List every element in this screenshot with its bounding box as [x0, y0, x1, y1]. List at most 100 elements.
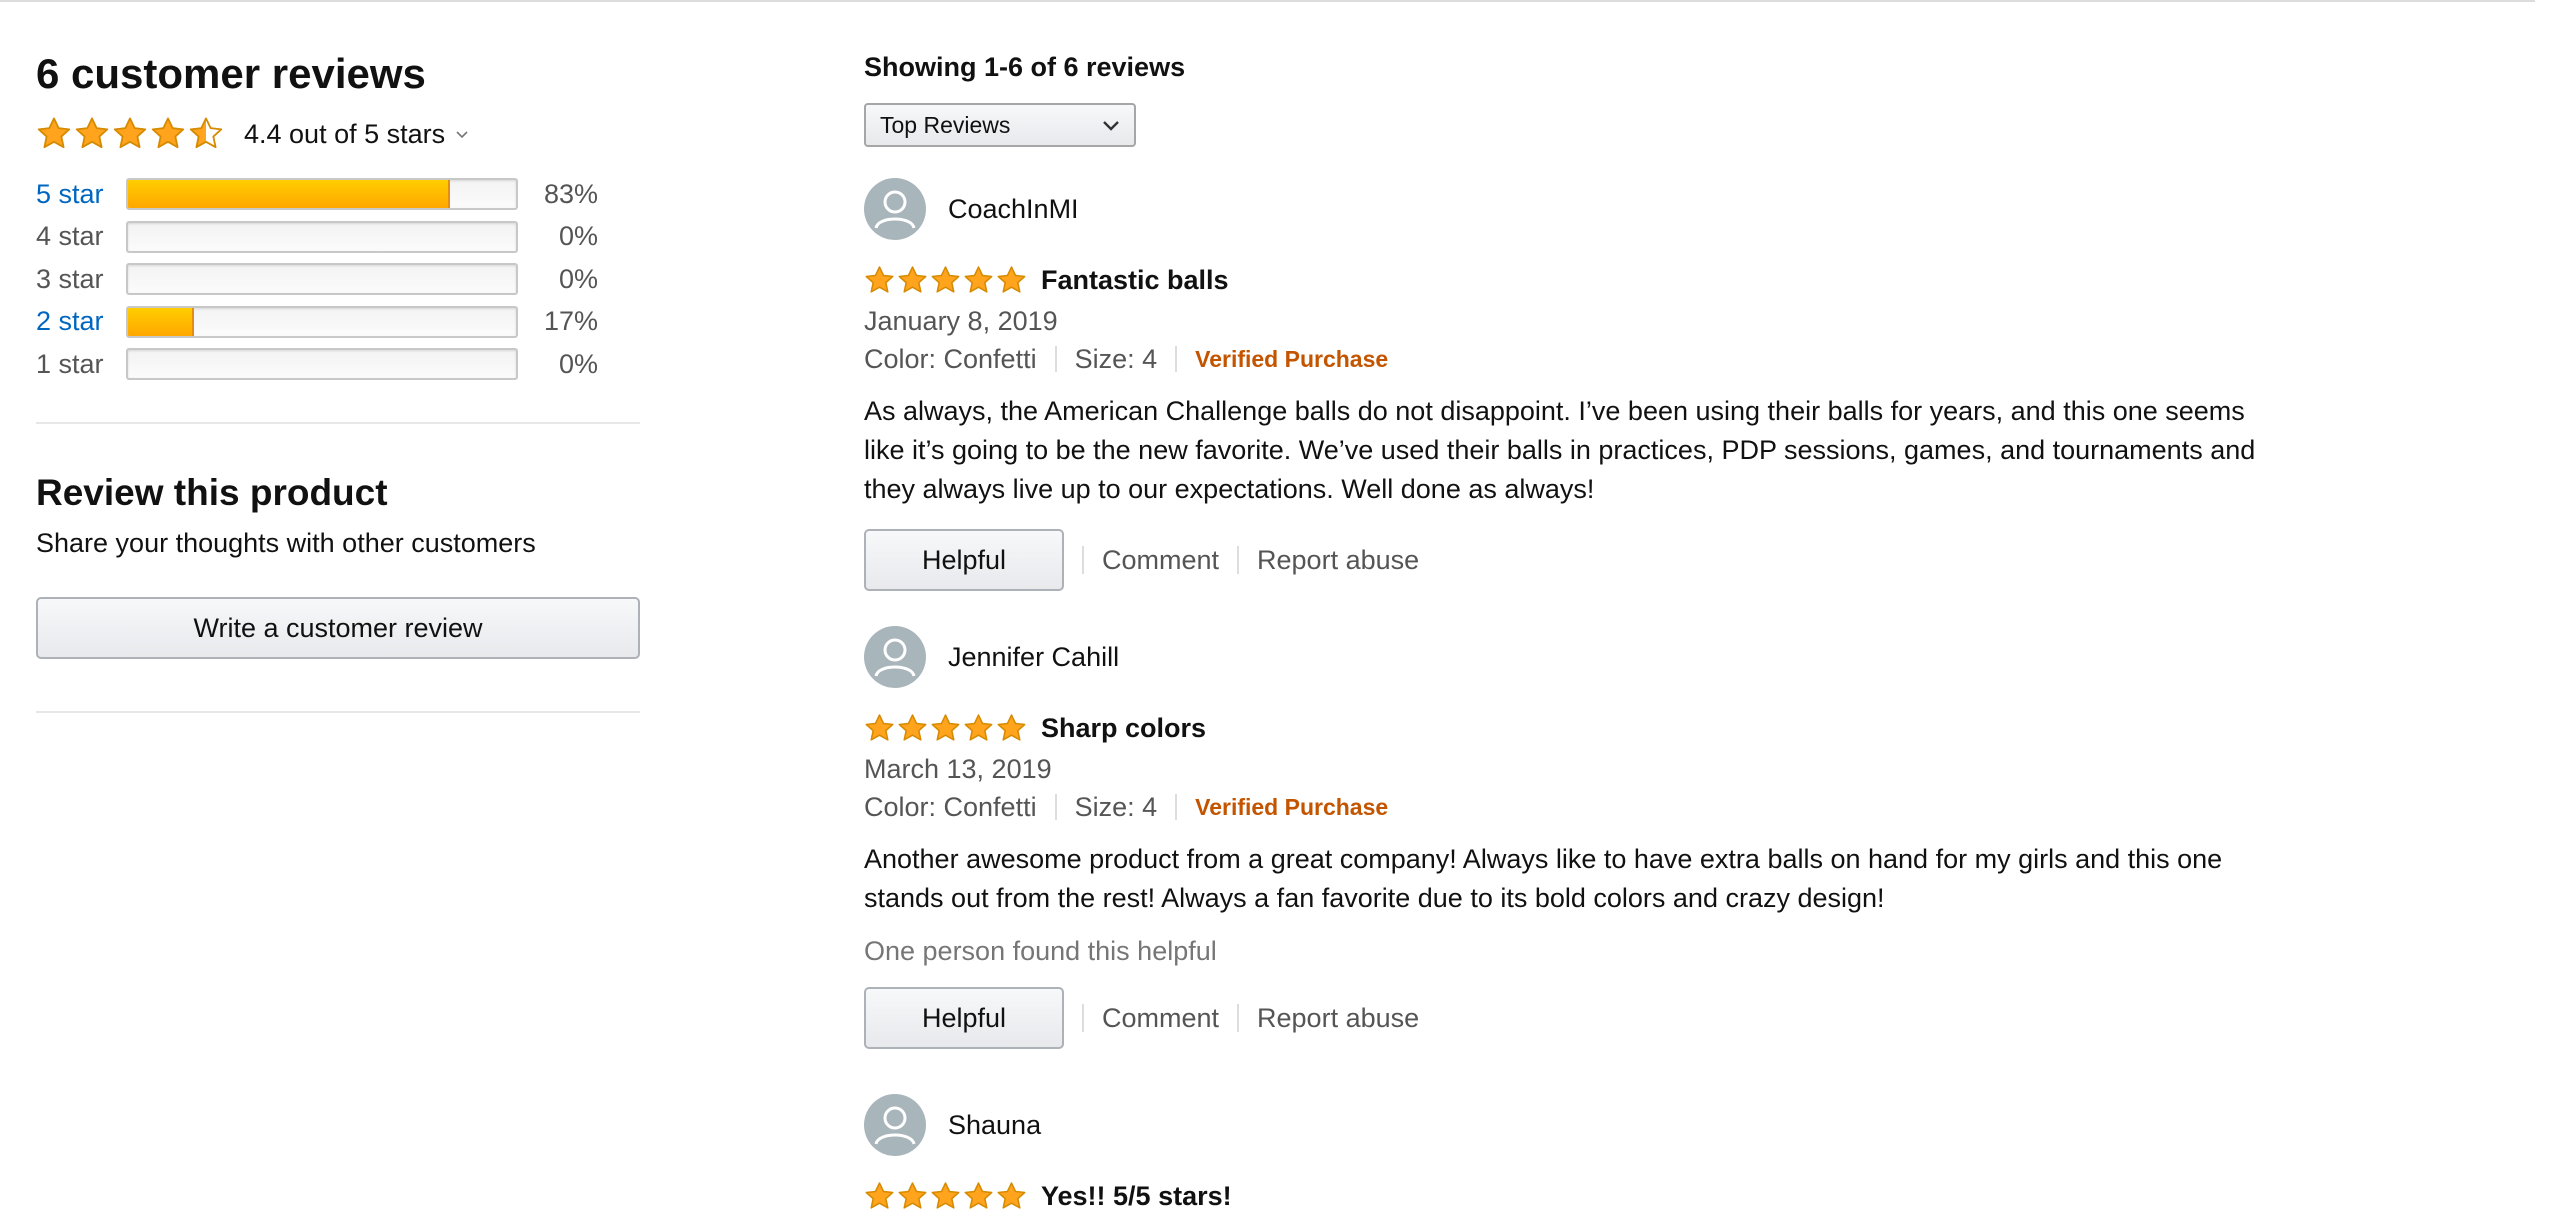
histogram-label[interactable]: 2 star — [36, 306, 126, 337]
reviewer-profile[interactable]: Shauna — [864, 1094, 2264, 1156]
reviewer-profile[interactable]: CoachInMI — [864, 178, 2264, 240]
default-user-icon — [874, 638, 916, 677]
histogram-label[interactable]: 5 star — [36, 179, 126, 210]
default-user-icon — [874, 190, 916, 229]
action-separator — [1082, 546, 1084, 574]
review-title-row: Fantastic balls — [864, 260, 2264, 300]
histogram-row[interactable]: 2 star 17% — [36, 304, 640, 340]
review-stars — [864, 713, 1027, 744]
review-meta: Color: Confetti Size: 4 Verified Purchas… — [864, 340, 2264, 378]
variant-color[interactable]: Color: Confetti — [864, 792, 1037, 823]
action-separator — [1237, 546, 1240, 574]
section-divider — [36, 422, 640, 424]
helpful-button[interactable]: Helpful — [864, 987, 1064, 1049]
avatar[interactable] — [864, 178, 926, 240]
histogram-bar — [126, 348, 518, 380]
avatar[interactable] — [864, 626, 926, 688]
reviews-page: 6 customer reviews 4.4 out of 5 stars 5 … — [0, 0, 2560, 1212]
star-icon — [997, 713, 1026, 741]
avatar[interactable] — [864, 1094, 926, 1156]
histogram-label: 4 star — [36, 221, 104, 251]
star-icon — [151, 117, 185, 149]
review-title-row: Yes!! 5/5 stars! — [864, 1176, 2264, 1216]
star-icon — [898, 265, 927, 293]
star-icon — [865, 265, 894, 293]
showing-count-text: Showing 1-6 of 6 reviews — [864, 52, 1186, 82]
histogram-percent: 0% — [558, 348, 598, 379]
histogram-row: 1 star 0% — [36, 346, 640, 382]
star-icon — [189, 117, 223, 149]
histogram-bar — [126, 220, 518, 253]
histogram-bar — [126, 263, 518, 295]
reviewer-name[interactable]: Jennifer Cahill — [948, 642, 1119, 673]
star-icon — [931, 1181, 960, 1209]
histogram-row: 3 star 0% — [36, 261, 640, 297]
star-icon — [113, 117, 147, 149]
review-body: As always, the American Challenge balls … — [864, 396, 2256, 504]
helpful-button[interactable]: Helpful — [864, 529, 1064, 591]
share-thoughts-text: Share your thoughts with other customers — [36, 528, 536, 558]
meta-separator — [1054, 346, 1057, 372]
chevron-down-icon — [1103, 121, 1119, 131]
variant-size[interactable]: Size: 4 — [1075, 344, 1158, 375]
star-icon — [75, 117, 109, 149]
meta-separator — [1175, 346, 1178, 372]
histogram-label: 1 star — [36, 348, 104, 379]
histogram-percent[interactable]: 83% — [518, 179, 598, 210]
reviewer-profile[interactable]: Jennifer Cahill — [864, 626, 2264, 688]
review-stars — [864, 265, 1027, 296]
report-abuse-link[interactable]: Report abuse — [1257, 1003, 1419, 1034]
star-icon — [898, 1181, 927, 1209]
review-body: Another awesome product from a great com… — [864, 844, 2223, 913]
review-title[interactable]: Fantastic balls — [1041, 265, 1229, 296]
review-date: March 13, 2019 — [864, 754, 1052, 784]
review-stars — [864, 1181, 1027, 1212]
sort-dropdown-value: Top Reviews — [880, 111, 1011, 138]
histogram-row[interactable]: 5 star 83% — [36, 176, 640, 212]
review-meta: Color: Confetti Size: 4 Verified Purchas… — [864, 788, 2264, 826]
comment-link[interactable]: Comment — [1102, 1003, 1219, 1034]
reviewer-name[interactable]: Shauna — [948, 1110, 1041, 1141]
top-divider — [0, 0, 2535, 2]
review-title[interactable]: Sharp colors — [1041, 713, 1206, 744]
verified-purchase-badge[interactable]: Verified Purchase — [1195, 346, 1388, 373]
chevron-down-icon[interactable] — [455, 127, 469, 141]
report-abuse-link[interactable]: Report abuse — [1257, 545, 1419, 576]
histogram-bar-fill — [128, 180, 451, 208]
write-review-button[interactable]: Write a customer review — [36, 597, 640, 659]
histogram-row: 4 star 0% — [36, 219, 640, 255]
reviewer-name[interactable]: CoachInMI — [948, 194, 1079, 225]
review-actions: Helpful Comment Report abuse — [864, 987, 2264, 1049]
comment-link[interactable]: Comment — [1102, 545, 1219, 576]
star-icon — [964, 1181, 993, 1209]
rating-histogram: 5 star 83% 4 star 0% 3 star 0% 2 star 17… — [36, 176, 640, 382]
sort-dropdown[interactable]: Top Reviews — [864, 103, 1136, 147]
variant-color[interactable]: Color: Confetti — [864, 344, 1037, 375]
review-title[interactable]: Yes!! 5/5 stars! — [1041, 1181, 1232, 1212]
variant-size[interactable]: Size: 4 — [1075, 792, 1158, 823]
histogram-bar[interactable] — [126, 305, 518, 338]
section-divider — [36, 711, 640, 713]
histogram-percent: 0% — [558, 263, 598, 294]
histogram-percent[interactable]: 17% — [518, 306, 598, 337]
average-rating-row[interactable]: 4.4 out of 5 stars — [36, 114, 640, 154]
review-item: Jennifer Cahill Sharp colors March 13, 2… — [864, 626, 2264, 1049]
star-icon — [898, 713, 927, 741]
average-stars — [36, 116, 224, 152]
star-icon — [964, 265, 993, 293]
meta-separator — [1175, 794, 1178, 820]
star-icon — [964, 713, 993, 741]
review-product-heading: Review this product — [36, 472, 388, 513]
star-icon — [931, 265, 960, 293]
review-title-row: Sharp colors — [864, 708, 2264, 748]
meta-separator — [1054, 794, 1057, 820]
reviews-count-heading: 6 customer reviews — [36, 50, 426, 97]
histogram-label: 3 star — [36, 263, 104, 294]
verified-purchase-badge[interactable]: Verified Purchase — [1195, 794, 1388, 821]
review-summary: 6 customer reviews 4.4 out of 5 stars 5 … — [36, 48, 640, 713]
action-separator — [1082, 1004, 1084, 1032]
average-rating-text[interactable]: 4.4 out of 5 stars — [244, 119, 445, 150]
star-icon — [997, 1181, 1026, 1209]
star-icon — [865, 1181, 894, 1209]
histogram-bar[interactable] — [126, 178, 518, 210]
